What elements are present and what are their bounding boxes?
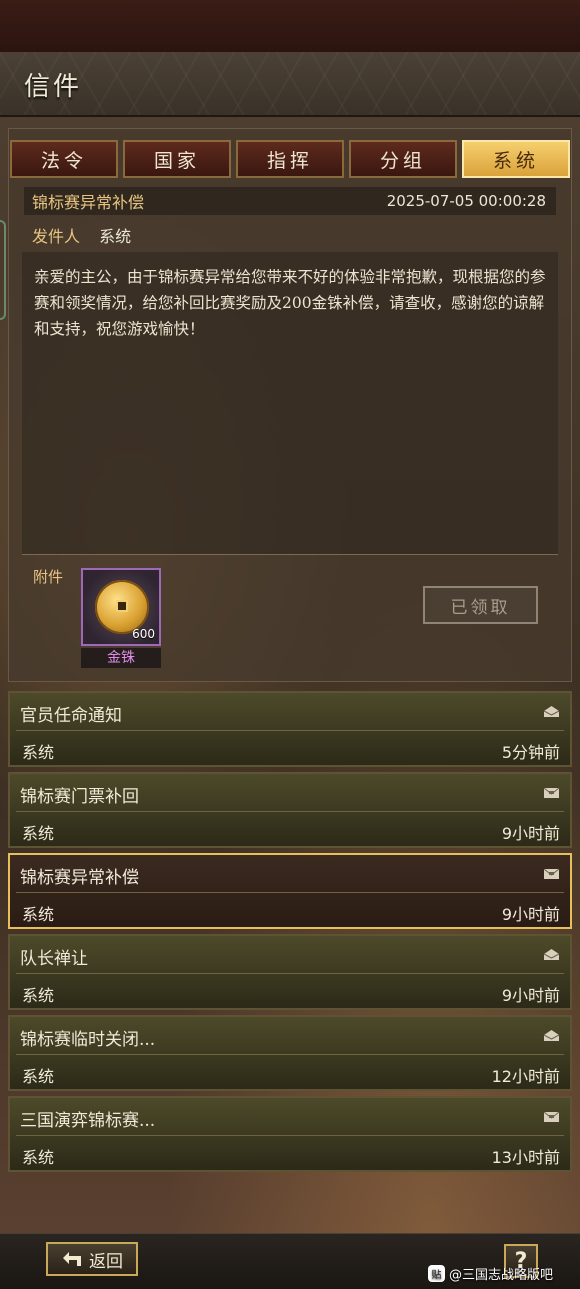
- mail-item-time: 12小时前: [491, 1067, 560, 1086]
- mail-item-title: 三国演弈锦标赛...: [20, 1111, 156, 1131]
- sender-value: 系统: [99, 227, 132, 246]
- envelope-open-icon: [543, 706, 560, 717]
- item-divider: [16, 1054, 564, 1055]
- mail-item-title: 队长禅让: [20, 949, 88, 969]
- item-divider: [16, 1135, 564, 1136]
- mail-item-title: 锦标赛临时关闭...: [20, 1030, 156, 1050]
- mail-subject: 锦标赛异常补偿: [32, 193, 145, 212]
- tab-nation[interactable]: 国家: [123, 140, 231, 178]
- tab-decree[interactable]: 法令: [10, 140, 118, 178]
- mail-item-sender: 系统: [22, 743, 55, 762]
- tieba-logo-icon: 贴: [428, 1265, 445, 1282]
- tab-system[interactable]: 系统: [462, 140, 570, 178]
- claim-button[interactable]: 已领取: [423, 586, 538, 624]
- back-button[interactable]: 返回: [46, 1242, 138, 1276]
- mail-item-title: 官员任命通知: [20, 706, 122, 726]
- item-divider: [16, 892, 564, 893]
- mail-item-time: 9小时前: [501, 824, 560, 843]
- divider: [22, 554, 558, 555]
- mail-item-sender: 系统: [22, 824, 55, 843]
- top-strip: [0, 0, 580, 52]
- envelope-attachment-icon: [543, 868, 560, 879]
- mail-header: 锦标赛异常补偿 2025-07-05 00:00:28: [24, 187, 556, 215]
- envelope-open-icon: [543, 949, 560, 960]
- mail-item-title: 锦标赛异常补偿: [20, 868, 139, 888]
- item-divider: [16, 973, 564, 974]
- watermark-text: @三国志战略版吧: [449, 1268, 554, 1283]
- item-divider: [16, 730, 564, 731]
- gold-coin-icon: [95, 580, 149, 634]
- mail-item-sender: 系统: [22, 905, 55, 924]
- mail-list-item[interactable]: 锦标赛临时关闭... 系统 12小时前: [8, 1015, 572, 1091]
- page-title: 信件: [24, 72, 83, 102]
- mail-datetime: 2025-07-05 00:00:28: [386, 192, 546, 210]
- mail-item-sender: 系统: [22, 1067, 55, 1086]
- mail-item-time: 9小时前: [501, 905, 560, 924]
- envelope-open-icon: [543, 1030, 560, 1041]
- back-label: 返回: [89, 1251, 123, 1272]
- mail-item-sender: 系统: [22, 1148, 55, 1167]
- envelope-attachment-icon: [543, 787, 560, 798]
- mail-item-sender: 系统: [22, 986, 55, 1005]
- envelope-attachment-icon: [543, 1111, 560, 1122]
- attachment-count: 600: [132, 627, 155, 641]
- tab-command[interactable]: 指挥: [236, 140, 344, 178]
- mail-item-time: 13小时前: [491, 1148, 560, 1167]
- mail-body: 亲爱的主公，由于锦标赛异常给您带来不好的体验非常抱歉，现根据您的参赛和领奖情况，…: [22, 252, 558, 554]
- sender-row: 发件人 系统: [32, 223, 132, 246]
- mail-item-time: 9小时前: [501, 986, 560, 1005]
- watermark: 贴 @三国志战略版吧: [428, 1264, 553, 1283]
- item-divider: [16, 811, 564, 812]
- mail-list-item[interactable]: 锦标赛异常补偿 系统 9小时前: [8, 853, 572, 929]
- mail-list-item[interactable]: 三国演弈锦标赛... 系统 13小时前: [8, 1096, 572, 1172]
- sender-label: 发件人: [32, 227, 81, 246]
- mail-item-time: 5分钟前: [501, 743, 560, 762]
- attachment-name: 金铢: [81, 648, 161, 668]
- attachment-label: 附件: [33, 568, 64, 586]
- tab-group[interactable]: 分组: [349, 140, 457, 178]
- back-arrow-icon: [63, 1252, 81, 1266]
- category-tabs: 法令 国家 指挥 分组 系统: [10, 140, 570, 180]
- attachment-item[interactable]: 600: [81, 568, 161, 646]
- mail-list-item[interactable]: 队长禅让 系统 9小时前: [8, 934, 572, 1010]
- mail-list-item[interactable]: 锦标赛门票补回 系统 9小时前: [8, 772, 572, 848]
- mail-list-item[interactable]: 官员任命通知 系统 5分钟前: [8, 691, 572, 767]
- mail-item-title: 锦标赛门票补回: [20, 787, 139, 807]
- window-header: 信件: [0, 52, 580, 117]
- coin-hole: [116, 600, 128, 612]
- side-handle: [0, 220, 6, 320]
